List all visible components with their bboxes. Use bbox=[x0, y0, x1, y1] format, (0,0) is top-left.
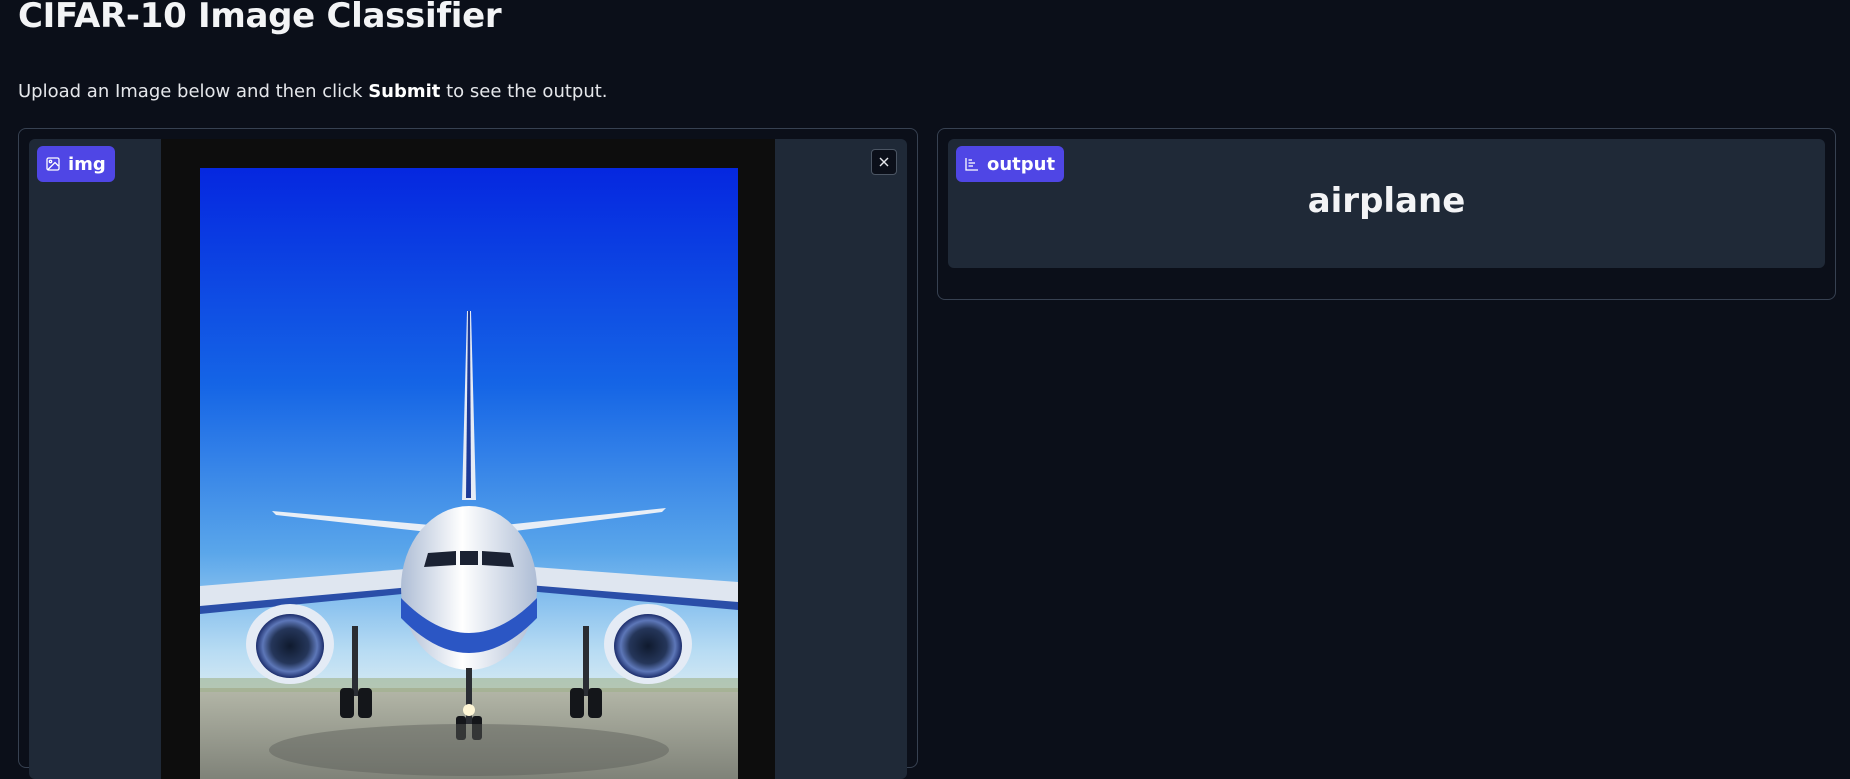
close-button[interactable] bbox=[871, 149, 897, 175]
uploaded-airplane-image bbox=[200, 168, 738, 779]
output-panel: airplane bbox=[937, 128, 1836, 300]
description-suffix: to see the output. bbox=[440, 81, 608, 102]
image-icon bbox=[46, 157, 60, 171]
output-label: output bbox=[987, 153, 1056, 175]
output-block: airplane bbox=[948, 139, 1825, 268]
img-label: img bbox=[68, 153, 106, 175]
description: Upload an Image below and then click Sub… bbox=[18, 81, 608, 102]
output-label-chip: output bbox=[956, 146, 1065, 182]
img-label-chip: img bbox=[37, 146, 115, 182]
image-preview-frame bbox=[161, 139, 775, 779]
page-title: CIFAR-10 Image Classifier bbox=[18, 0, 502, 36]
image-upload-area[interactable] bbox=[29, 139, 907, 779]
image-input-panel bbox=[18, 128, 918, 779]
close-icon bbox=[879, 157, 889, 167]
description-submit: Submit bbox=[368, 81, 441, 102]
description-prefix: Upload an Image below and then click bbox=[18, 81, 369, 102]
bar-chart-icon bbox=[965, 158, 978, 171]
output-value: airplane bbox=[1307, 181, 1466, 221]
